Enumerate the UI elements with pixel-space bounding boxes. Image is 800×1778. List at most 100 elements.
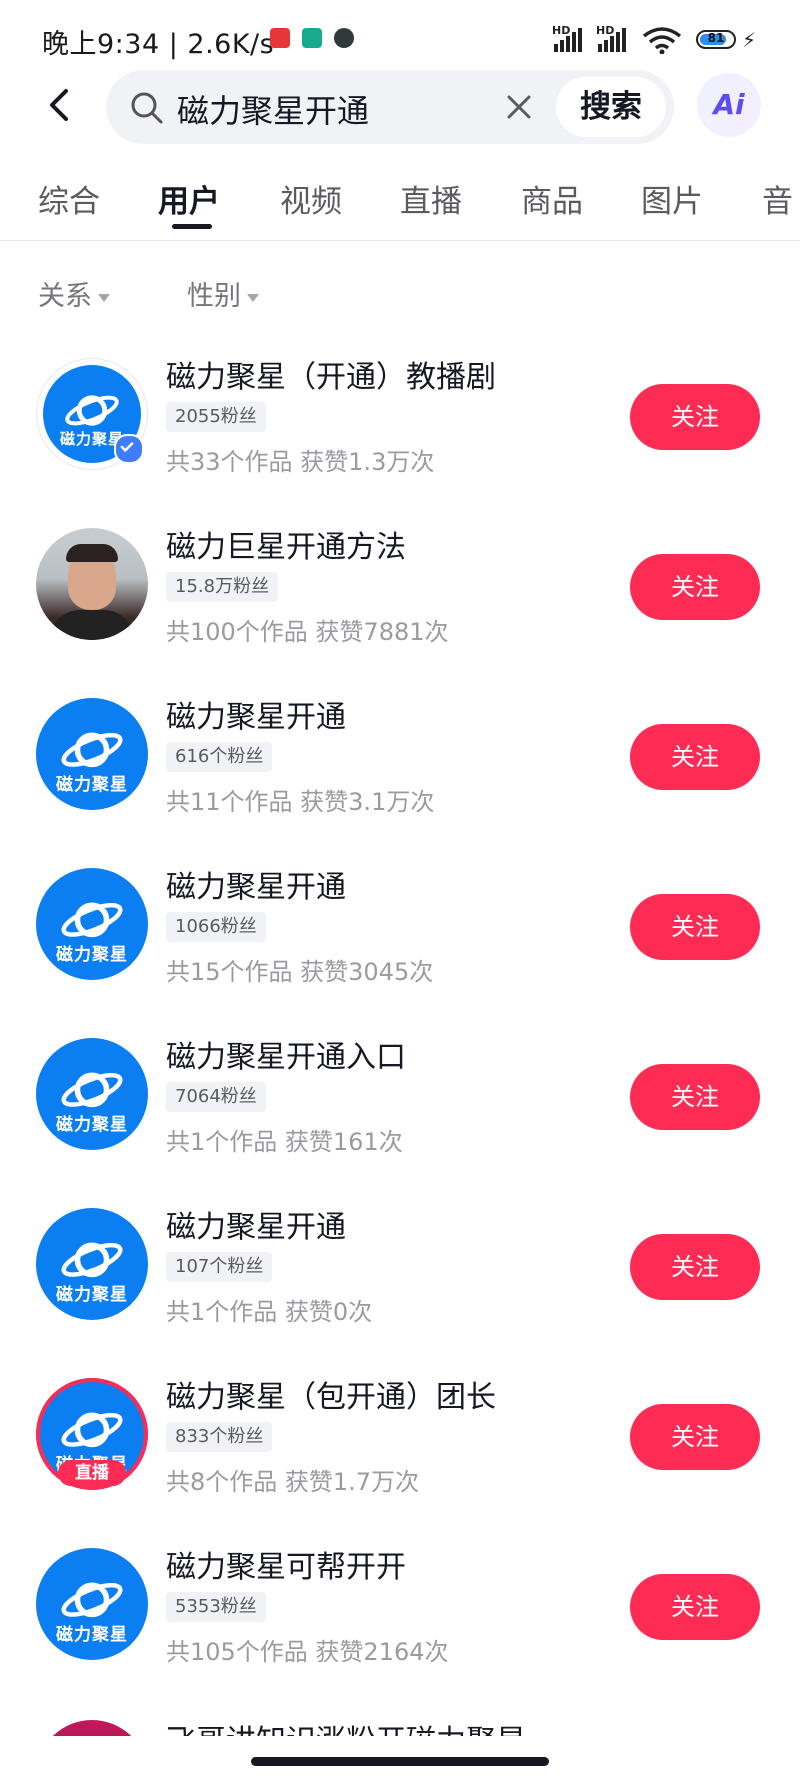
ai-button[interactable]: Ai	[697, 73, 761, 137]
filter-relation[interactable]: 关系	[38, 274, 110, 313]
fans-count: 5353粉丝	[166, 1592, 266, 1622]
user-name[interactable]: 磁力聚星（开通）教播剧	[166, 352, 496, 396]
avatar[interactable]: 磁力聚星	[36, 1548, 148, 1660]
filter-gender-label: 性别	[187, 281, 241, 312]
caret-down-icon	[247, 293, 259, 302]
battery-icon: 81	[696, 30, 736, 49]
notification-app-icon	[334, 28, 354, 48]
clear-icon[interactable]	[504, 92, 534, 122]
avatar-photo	[36, 1720, 148, 1736]
wifi-icon	[642, 27, 682, 54]
avatar-brand-text: 磁力聚星	[56, 774, 128, 795]
fans-count: 833个粉丝	[166, 1422, 273, 1452]
avatar[interactable]: 磁力聚星	[36, 1208, 148, 1320]
follow-button[interactable]: 关注	[630, 1064, 760, 1130]
user-result-row[interactable]: 磁力巨星开通方法 15.8万粉丝 共100个作品 获赞7881次 关注	[0, 508, 800, 678]
user-stats: 共33个作品 获赞1.3万次	[166, 448, 435, 476]
user-stats: 共8个作品 获赞1.7万次	[166, 1468, 420, 1496]
tab-music[interactable]: 音	[762, 176, 793, 221]
tab-images[interactable]: 图片	[641, 176, 703, 221]
planet-logo-icon	[61, 1582, 123, 1617]
tab-videos[interactable]: 视频	[280, 176, 342, 221]
user-name[interactable]: 磁力聚星开通	[166, 692, 346, 736]
search-button[interactable]: 搜索	[556, 77, 666, 137]
planet-logo-icon	[61, 732, 123, 767]
user-stats: 共15个作品 获赞3045次	[166, 958, 434, 986]
tab-users[interactable]: 用户	[158, 176, 220, 221]
planet-logo-icon	[61, 1242, 123, 1277]
user-stats: 共100个作品 获赞7881次	[166, 618, 449, 646]
follow-button[interactable]: 关注	[630, 1574, 760, 1640]
avatar-brand-text: 磁力聚星	[56, 944, 128, 965]
notification-app-icon	[302, 28, 322, 48]
user-stats: 共1个作品 获赞161次	[166, 1128, 403, 1156]
follow-button[interactable]: 关注	[630, 384, 760, 450]
planet-logo-icon	[65, 394, 119, 426]
user-result-row[interactable]: 磁力聚星 磁力聚星开通 616个粉丝 共11个作品 获赞3.1万次 关注	[0, 678, 800, 848]
user-name[interactable]: 磁力聚星开通入口	[166, 1032, 406, 1076]
avatar[interactable]: 磁力聚星	[36, 868, 148, 980]
status-bar: 晚上9:34 | 2.6K/s HD HD 81 ⚡	[0, 0, 800, 66]
search-icon	[131, 92, 163, 124]
follow-button[interactable]: 关注	[630, 554, 760, 620]
category-tabs: 综合 用户 视频 直播 商品 图片 音	[0, 166, 800, 241]
avatar-brand-text: 磁力聚星	[56, 1284, 128, 1305]
status-time: 晚上9:34 | 2.6K/s	[42, 29, 275, 60]
signal-icon: HD	[552, 24, 586, 52]
user-result-row[interactable]: 磁力聚星 直播 磁力聚星（包开通）团长 833个粉丝 共8个作品 获赞1.7万次…	[0, 1358, 800, 1528]
search-query[interactable]: 磁力聚星开通	[177, 86, 369, 132]
charging-icon: ⚡	[742, 28, 757, 52]
user-result-row[interactable]: 飞哥讲知识涨粉开磁力聚星	[0, 1698, 800, 1736]
filter-relation-label: 关系	[38, 281, 92, 312]
user-result-row[interactable]: 磁力聚星 磁力聚星可帮开开 5353粉丝 共105个作品 获赞2164次 关注	[0, 1528, 800, 1698]
follow-button[interactable]: 关注	[630, 724, 760, 790]
tab-live[interactable]: 直播	[400, 176, 462, 221]
fans-count: 15.8万粉丝	[166, 572, 279, 602]
avatar[interactable]: 磁力聚星	[36, 358, 148, 470]
live-badge: 直播	[58, 1460, 126, 1486]
avatar[interactable]	[36, 528, 148, 640]
home-indicator	[251, 1757, 549, 1766]
user-name[interactable]: 磁力聚星开通	[166, 862, 346, 906]
tab-comprehensive[interactable]: 综合	[38, 176, 100, 221]
user-stats: 共105个作品 获赞2164次	[166, 1638, 449, 1666]
user-result-row[interactable]: 磁力聚星 磁力聚星（开通）教播剧 2055粉丝 共33个作品 获赞1.3万次 关…	[0, 338, 800, 508]
follow-button[interactable]: 关注	[630, 1234, 760, 1300]
planet-logo-icon	[61, 1072, 123, 1107]
planet-logo-icon	[61, 1412, 123, 1447]
signal-icon: HD	[596, 24, 630, 52]
avatar-brand-text: 磁力聚星	[56, 1114, 128, 1135]
back-icon[interactable]	[40, 85, 80, 125]
battery-level: 81	[707, 31, 725, 45]
filter-gender[interactable]: 性别	[187, 274, 259, 313]
user-name[interactable]: 磁力聚星开通	[166, 1202, 346, 1246]
fans-count: 2055粉丝	[166, 402, 266, 432]
user-stats: 共11个作品 获赞3.1万次	[166, 788, 435, 816]
avatar[interactable]: 磁力聚星	[36, 1038, 148, 1150]
user-name[interactable]: 磁力巨星开通方法	[166, 522, 406, 566]
follow-button[interactable]: 关注	[630, 894, 760, 960]
avatar-brand-text: 磁力聚星	[56, 1624, 128, 1645]
avatar[interactable]: 磁力聚星	[36, 698, 148, 810]
follow-button[interactable]: 关注	[630, 1404, 760, 1470]
fans-count: 616个粉丝	[166, 742, 273, 772]
verified-badge-icon	[114, 434, 144, 464]
user-name[interactable]: 磁力聚星（包开通）团长	[166, 1372, 496, 1416]
tab-products[interactable]: 商品	[521, 176, 583, 221]
user-stats: 共1个作品 获赞0次	[166, 1298, 373, 1326]
avatar[interactable]: 磁力聚星 直播	[36, 1378, 148, 1490]
active-tab-indicator	[172, 224, 212, 229]
avatar-photo	[36, 528, 148, 640]
notification-app-icon	[270, 28, 290, 48]
user-result-row[interactable]: 磁力聚星 磁力聚星开通 1066粉丝 共15个作品 获赞3045次 关注	[0, 848, 800, 1018]
fans-count: 7064粉丝	[166, 1082, 266, 1112]
caret-down-icon	[98, 293, 110, 302]
user-result-row[interactable]: 磁力聚星 磁力聚星开通入口 7064粉丝 共1个作品 获赞161次 关注	[0, 1018, 800, 1188]
user-name[interactable]: 磁力聚星可帮开开	[166, 1542, 406, 1586]
avatar[interactable]	[36, 1720, 148, 1736]
planet-logo-icon	[61, 902, 123, 937]
fans-count: 107个粉丝	[166, 1252, 273, 1282]
fans-count: 1066粉丝	[166, 912, 266, 942]
user-result-row[interactable]: 磁力聚星 磁力聚星开通 107个粉丝 共1个作品 获赞0次 关注	[0, 1188, 800, 1358]
user-name[interactable]: 飞哥讲知识涨粉开磁力聚星	[166, 1716, 526, 1736]
